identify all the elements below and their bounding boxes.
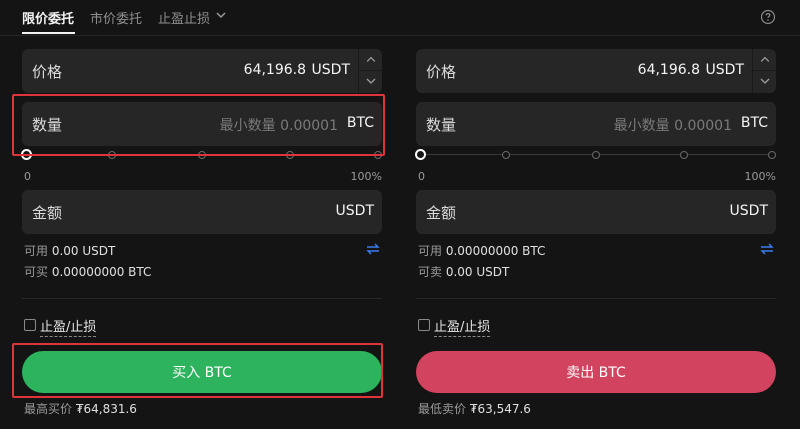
sell-quantity-field[interactable]: 数量 最小数量 0.00001 BTC bbox=[416, 102, 776, 146]
chevron-up-icon[interactable] bbox=[359, 50, 383, 71]
buy-quantity-label: 数量 bbox=[32, 116, 63, 134]
chevron-up-icon[interactable] bbox=[753, 50, 777, 71]
slider-node-50[interactable] bbox=[198, 151, 206, 159]
best-price-label: 最高买价 bbox=[24, 402, 73, 416]
swap-arrows-icon[interactable] bbox=[760, 243, 774, 255]
tab-limit-order[interactable]: 限价委托 bbox=[22, 8, 74, 27]
buy-price-field[interactable]: 价格 64,196.8 USDT bbox=[22, 49, 383, 93]
order-type-tabs: 限价委托 市价委托 止盈止损 bbox=[0, 0, 800, 36]
sell-quantity-placeholder[interactable]: 最小数量 0.00001 bbox=[614, 115, 732, 135]
can-sell-value: 0.00 USDT bbox=[445, 265, 510, 279]
chevron-down-icon[interactable] bbox=[753, 71, 777, 92]
sell-amount-label: 金额 bbox=[426, 204, 457, 222]
slider-node-100[interactable] bbox=[768, 151, 776, 159]
buy-best-price: 最高买价 ₮64,831.6 bbox=[24, 400, 137, 417]
sell-quantity-slider[interactable] bbox=[415, 148, 776, 162]
available-value: 0.00000000 BTC bbox=[445, 244, 546, 258]
buy-tpsl-checkbox[interactable] bbox=[24, 319, 36, 331]
buy-can-buy-line: 可买 0.00000000 BTC bbox=[24, 263, 151, 280]
buy-amount-field[interactable]: 金额 USDT bbox=[22, 190, 382, 234]
can-buy-value: 0.00000000 BTC bbox=[51, 265, 152, 279]
slider-node-25[interactable] bbox=[502, 151, 510, 159]
sell-available-line: 可用 0.00000000 BTC bbox=[418, 242, 545, 259]
buy-quantity-placeholder[interactable]: 最小数量 0.00001 bbox=[220, 115, 338, 135]
sell-quantity-unit: BTC bbox=[740, 115, 768, 131]
buy-price-stepper bbox=[358, 49, 383, 93]
buy-btc-button[interactable]: 买入 BTC bbox=[22, 351, 382, 393]
active-tab-indicator bbox=[22, 32, 75, 34]
best-price-value: ₮64,831.6 bbox=[75, 402, 137, 416]
sell-amount-unit: USDT bbox=[729, 203, 768, 219]
slider-node-25[interactable] bbox=[108, 151, 116, 159]
divider bbox=[22, 298, 382, 299]
sell-price-label: 价格 bbox=[426, 63, 457, 81]
buy-quantity-field[interactable]: 数量 最小数量 0.00001 BTC bbox=[22, 102, 382, 146]
can-sell-label: 可卖 bbox=[418, 265, 443, 279]
swap-arrows-icon[interactable] bbox=[366, 243, 380, 255]
buy-price-unit: USDT bbox=[311, 62, 350, 78]
sell-btc-button[interactable]: 卖出 BTC bbox=[416, 351, 776, 393]
slider-max-label: 100% bbox=[744, 170, 776, 183]
available-label: 可用 bbox=[24, 244, 49, 258]
available-label: 可用 bbox=[418, 244, 443, 258]
buy-amount-unit: USDT bbox=[335, 203, 374, 219]
slider-min-label: 0 bbox=[418, 170, 425, 183]
slider-node-75[interactable] bbox=[680, 151, 688, 159]
sell-price-value[interactable]: 64,196.8 bbox=[638, 62, 700, 78]
buy-available-line: 可用 0.00 USDT bbox=[24, 242, 115, 259]
sell-amount-field[interactable]: 金额 USDT bbox=[416, 190, 776, 234]
chevron-down-icon[interactable] bbox=[359, 71, 383, 92]
sell-can-sell-line: 可卖 0.00 USDT bbox=[418, 263, 509, 280]
tab-market-order[interactable]: 市价委托 bbox=[90, 8, 142, 27]
buy-quantity-slider[interactable] bbox=[21, 148, 382, 162]
sell-tpsl-checkbox[interactable] bbox=[418, 319, 430, 331]
slider-node-50[interactable] bbox=[592, 151, 600, 159]
best-price-value: ₮63,547.6 bbox=[469, 402, 531, 416]
sell-tpsl-label[interactable]: 止盈/止损 bbox=[434, 316, 491, 337]
help-circle-icon[interactable] bbox=[760, 9, 776, 25]
sell-best-price: 最低卖价 ₮63,547.6 bbox=[418, 400, 531, 417]
slider-min-label: 0 bbox=[24, 170, 31, 183]
tab-take-profit-stop-loss[interactable]: 止盈止损 bbox=[158, 8, 210, 27]
buy-quantity-unit: BTC bbox=[346, 115, 374, 131]
slider-node-75[interactable] bbox=[286, 151, 294, 159]
buy-price-label: 价格 bbox=[32, 63, 63, 81]
available-value: 0.00 USDT bbox=[51, 244, 116, 258]
chevron-down-icon[interactable] bbox=[214, 8, 228, 22]
sell-price-field[interactable]: 价格 64,196.8 USDT bbox=[416, 49, 777, 93]
slider-node-100[interactable] bbox=[374, 151, 382, 159]
can-buy-label: 可买 bbox=[24, 265, 49, 279]
slider-max-label: 100% bbox=[350, 170, 382, 183]
buy-amount-label: 金额 bbox=[32, 204, 63, 222]
best-price-label: 最低卖价 bbox=[418, 402, 467, 416]
sell-price-unit: USDT bbox=[705, 62, 744, 78]
slider-thumb[interactable] bbox=[415, 149, 426, 160]
divider bbox=[416, 298, 776, 299]
buy-price-value[interactable]: 64,196.8 bbox=[244, 62, 306, 78]
buy-tpsl-label[interactable]: 止盈/止损 bbox=[40, 316, 97, 337]
sell-price-stepper bbox=[752, 49, 777, 93]
sell-quantity-label: 数量 bbox=[426, 116, 457, 134]
slider-thumb[interactable] bbox=[21, 149, 32, 160]
